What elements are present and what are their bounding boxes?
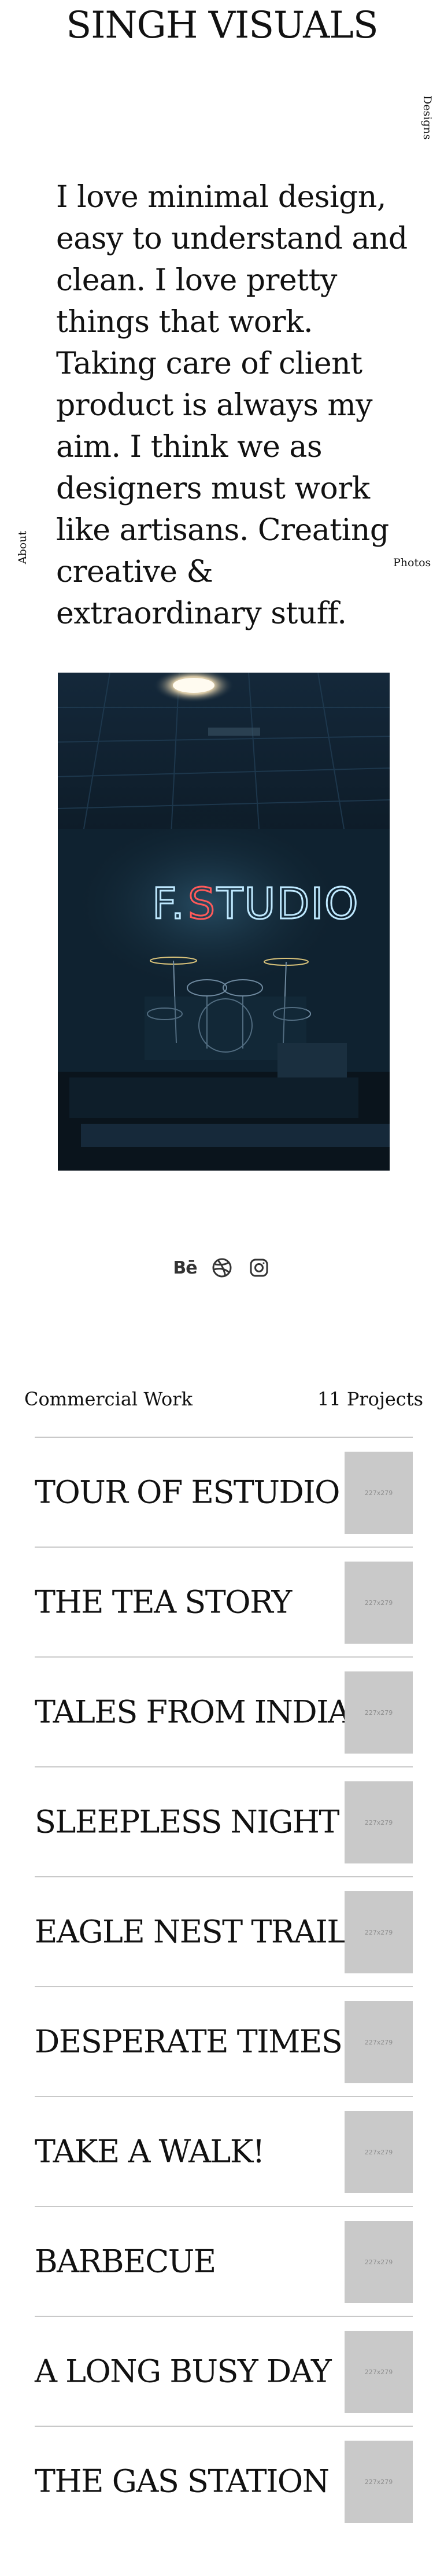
project-title: SLEEPLESS NIGHT	[35, 1803, 339, 1840]
svg-text:TUDIO: TUDIO	[216, 879, 359, 929]
project-title: THE TEA STORY	[35, 1584, 292, 1621]
project-thumbnail[interactable]: 227x279	[345, 1671, 413, 1754]
project-row[interactable]: TALES FROM INDIA 227x279	[35, 1656, 413, 1766]
intro-text: I love minimal design, easy to understan…	[56, 180, 408, 631]
project-row[interactable]: DESPERATE TIMES 227x279	[35, 1986, 413, 2096]
project-row[interactable]: TAKE A WALK! 227x279	[35, 2096, 413, 2206]
project-thumbnail[interactable]: 227x279	[345, 2111, 413, 2193]
project-title: TAKE A WALK!	[35, 2133, 265, 2170]
project-title: TOUR OF ESTUDIO	[35, 1474, 340, 1511]
site-title[interactable]: SINGH VISUALS	[0, 2, 444, 49]
project-row[interactable]: TOUR OF ESTUDIO 227x279	[35, 1437, 413, 1547]
project-thumbnail[interactable]: 227x279	[345, 1562, 413, 1644]
project-row[interactable]: A LONG BUSY DAY 227x279	[35, 2316, 413, 2426]
studio-photo-illustration: F. S TUDIO	[58, 673, 390, 1171]
project-row[interactable]: EAGLE NEST TRAILS 227x279	[35, 1876, 413, 1986]
project-title: TALES FROM INDIA	[35, 1693, 350, 1730]
project-row[interactable]: BARBECUE 227x279	[35, 2206, 413, 2316]
project-thumbnail[interactable]: 227x279	[345, 2441, 413, 2523]
svg-text:S: S	[188, 879, 215, 929]
project-title: THE GAS STATION	[35, 2463, 330, 2500]
social-links: Bē	[0, 1255, 444, 1280]
hero-photo: F. S TUDIO	[58, 673, 390, 1171]
nav-about-link[interactable]: About	[16, 531, 29, 564]
project-thumbnail[interactable]: 227x279	[345, 1781, 413, 1863]
project-row[interactable]: THE TEA STORY 227x279	[35, 1547, 413, 1656]
project-thumbnail[interactable]: 227x279	[345, 1891, 413, 1973]
work-header: Commercial Work 11 Projects	[24, 1388, 423, 1410]
project-row[interactable]: THE GAS STATION 227x279	[35, 2426, 413, 2536]
work-heading: Commercial Work	[24, 1388, 193, 1410]
project-title: DESPERATE TIMES	[35, 2023, 343, 2060]
project-count: 11 Projects	[317, 1388, 423, 1410]
dribbble-icon[interactable]	[209, 1255, 235, 1280]
project-title: BARBECUE	[35, 2243, 216, 2280]
instagram-icon[interactable]	[246, 1255, 272, 1280]
project-row[interactable]: SLEEPLESS NIGHT 227x279	[35, 1766, 413, 1876]
behance-icon[interactable]: Bē	[172, 1255, 198, 1280]
svg-text:F.: F.	[152, 879, 186, 929]
project-thumbnail[interactable]: 227x279	[345, 1452, 413, 1534]
project-thumbnail[interactable]: 227x279	[345, 2001, 413, 2083]
project-title: EAGLE NEST TRAILS	[35, 1913, 368, 1950]
project-title: A LONG BUSY DAY	[35, 2353, 332, 2390]
project-thumbnail[interactable]: 227x279	[345, 2221, 413, 2303]
nav-designs-link[interactable]: Designs	[421, 95, 434, 139]
project-list: TOUR OF ESTUDIO 227x279 THE TEA STORY 22…	[35, 1437, 413, 2536]
project-thumbnail[interactable]: 227x279	[345, 2331, 413, 2413]
